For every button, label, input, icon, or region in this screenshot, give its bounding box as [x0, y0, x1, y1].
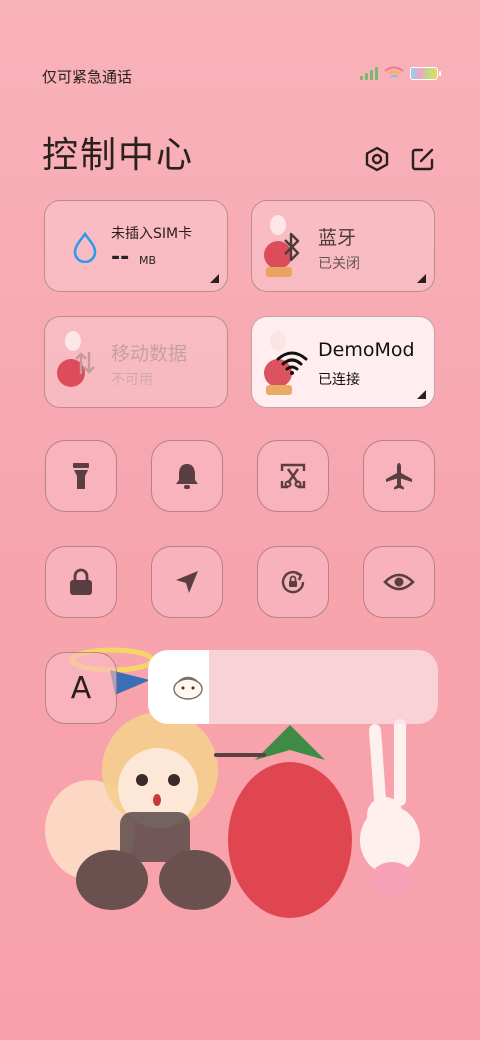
eye-icon: [383, 573, 415, 591]
expand-corner-icon[interactable]: [417, 274, 426, 283]
mobile-data-label: 移动数据: [111, 343, 188, 365]
mobile-data-icon: [67, 345, 103, 381]
bluetooth-tile[interactable]: 蓝牙 已关闭: [251, 200, 435, 292]
mobile-data-tile[interactable]: 移动数据 不可用: [44, 316, 228, 408]
bluetooth-status: 已关闭: [318, 256, 360, 272]
sim-unit: MB: [139, 254, 157, 267]
edit-button[interactable]: [408, 144, 438, 174]
bluetooth-icon: [274, 229, 310, 265]
sim-label: 未插入SIM卡: [111, 226, 193, 242]
bluetooth-label: 蓝牙: [318, 227, 357, 249]
screenshot-toggle[interactable]: [257, 440, 329, 512]
wifi-label: DemoMod: [318, 339, 415, 361]
rotation-lock-toggle[interactable]: [257, 546, 329, 618]
mobile-data-status: 不可用: [111, 372, 153, 388]
status-icons: [360, 66, 441, 80]
font-size-button[interactable]: A: [45, 652, 117, 724]
bell-icon: [176, 464, 198, 489]
sim-value: --: [111, 245, 130, 270]
flashlight-toggle[interactable]: [45, 440, 117, 512]
carrier-text: 仅可紧急通话: [42, 68, 133, 86]
brightness-icon: [173, 676, 203, 700]
battery-icon: [410, 66, 441, 80]
rotation-lock-icon: [281, 570, 305, 594]
lock-icon: [70, 568, 92, 595]
wifi-icon: [274, 345, 310, 381]
location-icon: [176, 571, 198, 593]
expand-corner-icon[interactable]: [417, 390, 426, 399]
sim-data-tile[interactable]: 未插入SIM卡 -- MB: [44, 200, 228, 292]
drop-icon: [67, 229, 103, 265]
screenshot-icon: [280, 463, 306, 489]
flashlight-icon: [73, 463, 89, 489]
page-title: 控制中心: [42, 135, 195, 176]
notification-toggle[interactable]: [151, 440, 223, 512]
wifi-icon: [384, 66, 404, 78]
status-bar: 仅可紧急通话: [0, 0, 480, 110]
location-toggle[interactable]: [151, 546, 223, 618]
signal-icon: [360, 66, 378, 80]
wifi-tile[interactable]: DemoMod 已连接: [251, 316, 435, 408]
airplane-icon: [386, 463, 412, 490]
font-size-label: A: [70, 670, 92, 706]
expand-corner-icon[interactable]: [210, 274, 219, 283]
wifi-status: 已连接: [318, 372, 360, 388]
edit-icon: [411, 148, 434, 171]
lock-screen-toggle[interactable]: [45, 546, 117, 618]
brightness-slider[interactable]: [148, 650, 438, 724]
settings-button[interactable]: [362, 144, 392, 174]
airplane-toggle[interactable]: [363, 440, 435, 512]
drag-handle[interactable]: [214, 753, 266, 757]
reading-mode-toggle[interactable]: [363, 546, 435, 618]
settings-icon: [365, 146, 389, 172]
